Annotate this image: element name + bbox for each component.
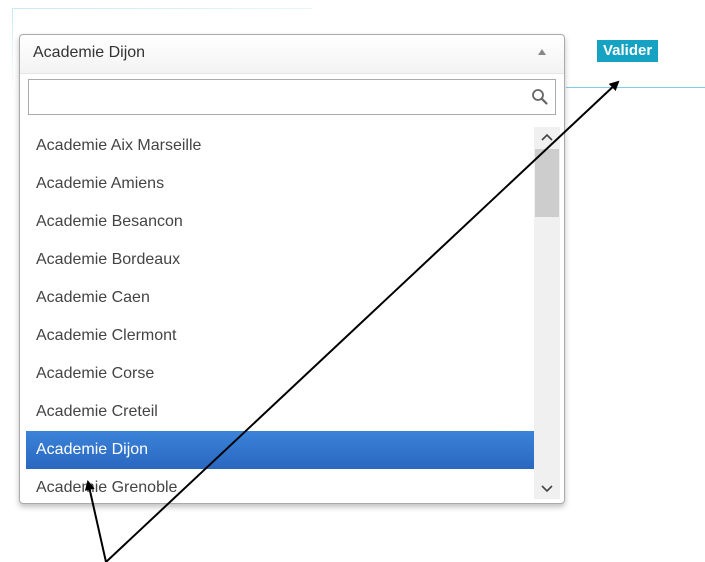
chevron-up-icon (538, 49, 546, 55)
frame-line-left (12, 8, 13, 94)
select-toggle[interactable]: Academie Dijon (20, 35, 564, 74)
options-list[interactable]: Academie Aix Marseille Academie Amiens A… (26, 127, 536, 499)
list-item[interactable]: Academie Caen (26, 279, 534, 317)
list-item[interactable]: Academie Creteil (26, 393, 534, 431)
scroll-thumb[interactable] (535, 149, 559, 217)
screenshot-stage: Academie Dijon Academie Aix Marseille Ac… (0, 0, 705, 562)
selected-value: Academie Dijon (33, 44, 146, 61)
academie-select[interactable]: Academie Dijon Academie Aix Marseille Ac… (19, 34, 565, 504)
list-item[interactable]: Academie Corse (26, 355, 534, 393)
chevron-up-icon[interactable] (534, 127, 560, 147)
options-scrollbar[interactable] (534, 127, 560, 499)
search-input[interactable] (29, 80, 519, 114)
list-item[interactable]: Academie Grenoble (26, 469, 534, 499)
list-item[interactable]: Academie Aix Marseille (26, 127, 534, 165)
search-box[interactable] (28, 79, 556, 115)
list-item[interactable]: Academie Bordeaux (26, 241, 534, 279)
chevron-down-icon[interactable] (534, 479, 560, 499)
list-item[interactable]: Academie Besancon (26, 203, 534, 241)
valider-button[interactable]: Valider (597, 40, 659, 62)
frame-line-top (12, 8, 312, 9)
list-item-highlighted[interactable]: Academie Dijon (26, 431, 534, 469)
frame-line-right (566, 87, 705, 88)
list-item[interactable]: Academie Clermont (26, 317, 534, 355)
search-icon (532, 89, 548, 105)
list-item[interactable]: Academie Amiens (26, 165, 534, 203)
